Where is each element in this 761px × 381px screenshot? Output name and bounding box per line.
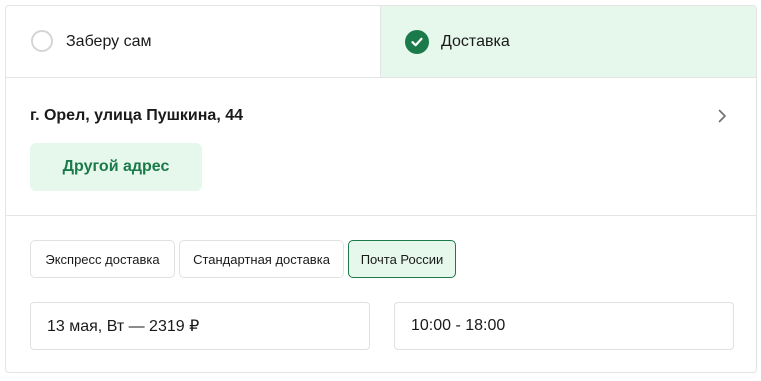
- method-standard[interactable]: Стандартная доставка: [179, 240, 344, 278]
- delivery-card: Заберу сам Доставка г. Орел, улица Пушки…: [5, 5, 757, 373]
- chevron-right-icon[interactable]: [714, 108, 730, 124]
- pickup-option[interactable]: Заберу сам: [6, 6, 381, 77]
- radio-unchecked-icon[interactable]: [31, 30, 53, 52]
- check-icon[interactable]: [405, 30, 429, 54]
- date-select[interactable]: 13 мая, Вт — 2319 ₽: [30, 302, 370, 350]
- delivery-option[interactable]: Доставка: [381, 6, 756, 77]
- delivery-label: Доставка: [441, 33, 510, 50]
- delivery-toggle: Заберу сам Доставка: [6, 6, 756, 78]
- time-select[interactable]: 10:00 - 18:00: [394, 302, 734, 350]
- other-address-button[interactable]: Другой адрес: [30, 143, 202, 191]
- pickup-label: Заберу сам: [66, 33, 152, 50]
- address-text[interactable]: г. Орел, улица Пушкина, 44: [30, 106, 243, 126]
- method-russian-post[interactable]: Почта России: [348, 240, 456, 278]
- address-section: г. Орел, улица Пушкина, 44 Другой адрес: [6, 78, 756, 216]
- delivery-methods: Экспресс доставка Стандартная доставка П…: [30, 240, 460, 278]
- method-express[interactable]: Экспресс доставка: [30, 240, 175, 278]
